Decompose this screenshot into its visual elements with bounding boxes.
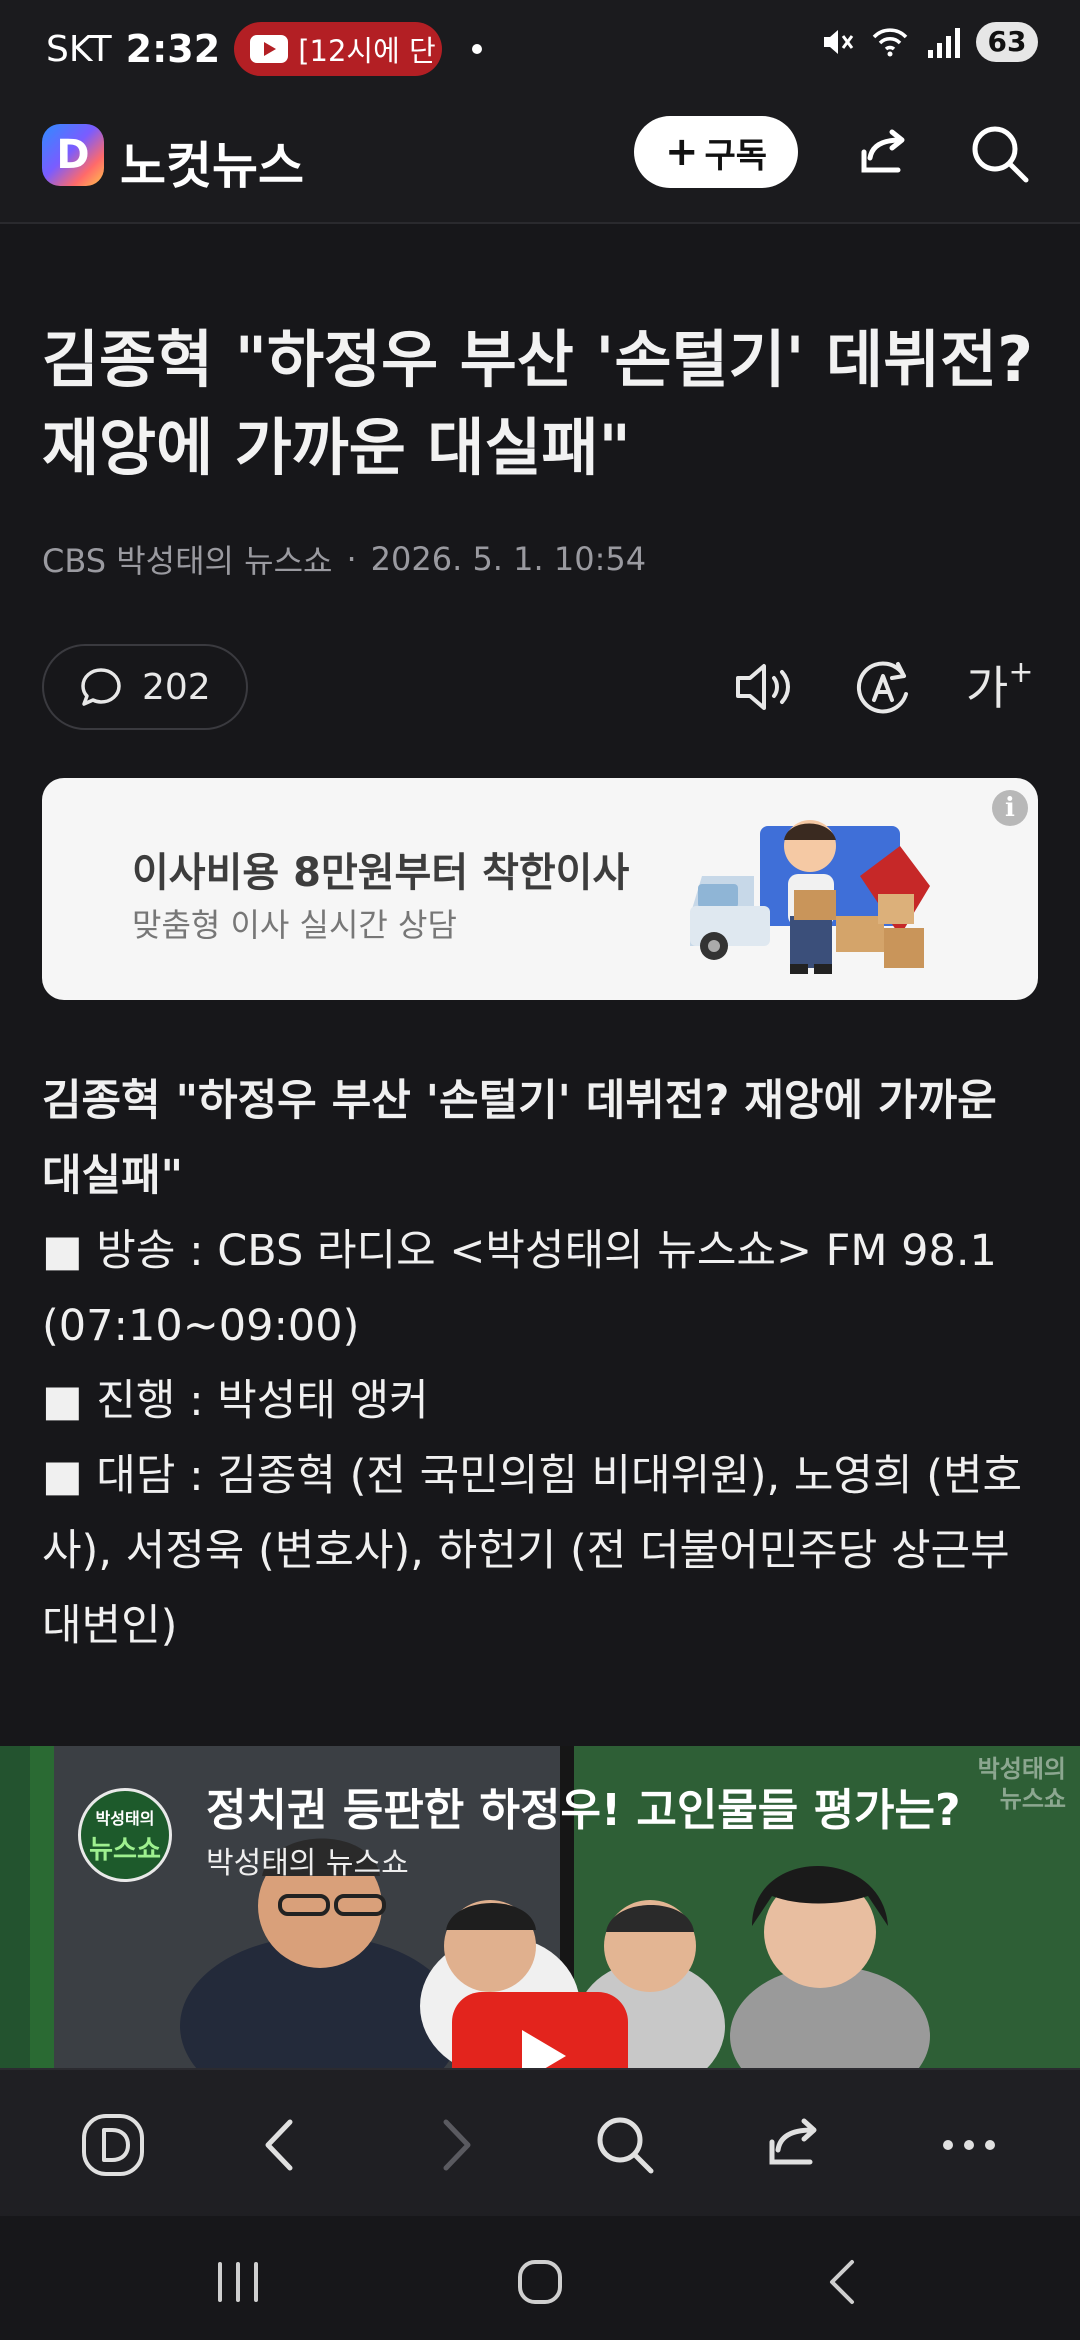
font-size-label: 가: [966, 661, 1009, 715]
video-title[interactable]: 정치권 등판한 하정우! 고인물들 평가는?: [206, 1774, 961, 1838]
browser-toolbar: [0, 2068, 1080, 2216]
mute-icon: [824, 30, 854, 54]
forward-icon[interactable]: [420, 2110, 490, 2180]
speaker-icon[interactable]: [728, 650, 802, 724]
youtube-notification-pill[interactable]: [12시에 단: [234, 22, 443, 76]
avatar-line1: 박성태의: [95, 1808, 155, 1828]
share-icon[interactable]: [852, 122, 916, 186]
video-watermark: 박성태의 뉴스쇼: [978, 1754, 1066, 1814]
back-icon[interactable]: [246, 2110, 316, 2180]
notification-dot-icon: [472, 44, 483, 54]
status-bar: SKT 2:32 [12시에 단 63: [0, 0, 1080, 86]
app-name[interactable]: 노컷뉴스: [120, 126, 304, 198]
recents-icon[interactable]: [208, 2254, 268, 2310]
translate-icon[interactable]: [846, 650, 920, 724]
broadcast-info: ■ 방송 : CBS 라디오 <박성태의 뉴스쇼> FM 98.1 (07:10…: [42, 1226, 997, 1351]
guests-info: ■ 대담 : 김종혁 (전 국민의힘 비대위원), 노영희 (변호사), 서정욱…: [42, 1451, 1023, 1651]
search-icon[interactable]: [968, 122, 1032, 186]
more-icon[interactable]: [934, 2110, 1004, 2180]
comment-icon: [81, 668, 121, 706]
wifi-icon: [872, 28, 908, 57]
android-nav-bar: [0, 2216, 1080, 2340]
avatar-line2: 뉴스쇼: [89, 1834, 161, 1865]
ad-info-icon[interactable]: i: [992, 790, 1028, 826]
moving-illustration: [690, 820, 930, 974]
logo-letter: D: [56, 132, 90, 178]
ad-subtitle: 맞춤형 이사 실시간 상담: [132, 906, 457, 944]
youtube-icon: [250, 35, 289, 63]
plus-icon: +: [664, 129, 699, 175]
video-embed[interactable]: 박성태의 뉴스쇼 정치권 등판한 하정우! 고인물들 평가는? 박성태의 뉴스쇼…: [0, 1746, 1080, 2068]
home-icon[interactable]: [78, 2110, 148, 2180]
body-subheading: 김종혁 "하정우 부산 '손털기' 데뷔전? 재앙에 가까운 대실패": [42, 1076, 997, 1201]
article-date: 2026. 5. 1. 10:54: [370, 540, 647, 578]
comment-count: 202: [142, 666, 211, 708]
ad-title: 이사비용 8만원부터 착한이사: [132, 850, 630, 896]
subscribe-label: 구독: [704, 135, 768, 176]
play-button[interactable]: [452, 1992, 628, 2068]
font-size-plus: +: [1008, 655, 1034, 690]
article-meta: CBS 박성태의 뉴스쇼 · 2026. 5. 1. 10:54: [42, 536, 646, 582]
watermark-line2: 뉴스쇼: [999, 1785, 1066, 1813]
battery-indicator: 63: [976, 22, 1038, 62]
ad-banner[interactable]: 이사비용 8만원부터 착한이사 맞춤형 이사 실시간 상담 i: [42, 778, 1038, 1000]
notification-text: [12시에 단: [298, 34, 436, 68]
channel-avatar[interactable]: 박성태의 뉴스쇼: [78, 1788, 172, 1882]
back-icon[interactable]: [814, 2254, 874, 2310]
article-source[interactable]: CBS 박성태의 뉴스쇼: [42, 536, 332, 582]
app-header: D 노컷뉴스 + 구독: [0, 86, 1080, 224]
share-icon[interactable]: [760, 2110, 830, 2180]
carrier-label: SKT: [46, 28, 112, 70]
clock: 2:32: [125, 27, 221, 71]
home-icon[interactable]: [510, 2254, 570, 2310]
search-icon[interactable]: [590, 2110, 660, 2180]
video-channel[interactable]: 박성태의 뉴스쇼: [206, 1838, 409, 1882]
comment-button[interactable]: 202: [42, 644, 248, 730]
watermark-line1: 박성태의: [977, 1755, 1066, 1783]
article-headline: 김종혁 "하정우 부산 '손털기' 데뷔전? 재앙에 가까운 대실패": [42, 323, 1034, 484]
app-logo[interactable]: D: [42, 124, 104, 186]
subscribe-button[interactable]: + 구독: [634, 116, 798, 188]
signal-icon: [928, 28, 960, 58]
article-body: 김종혁 "하정우 부산 '손털기' 데뷔전? 재앙에 가까운 대실패" ■ 방송…: [42, 1064, 1042, 1664]
host-info: ■ 진행 : 박성태 앵커: [42, 1376, 429, 1426]
meta-separator: ·: [346, 540, 357, 578]
font-size-icon[interactable]: 가+: [966, 652, 1033, 718]
